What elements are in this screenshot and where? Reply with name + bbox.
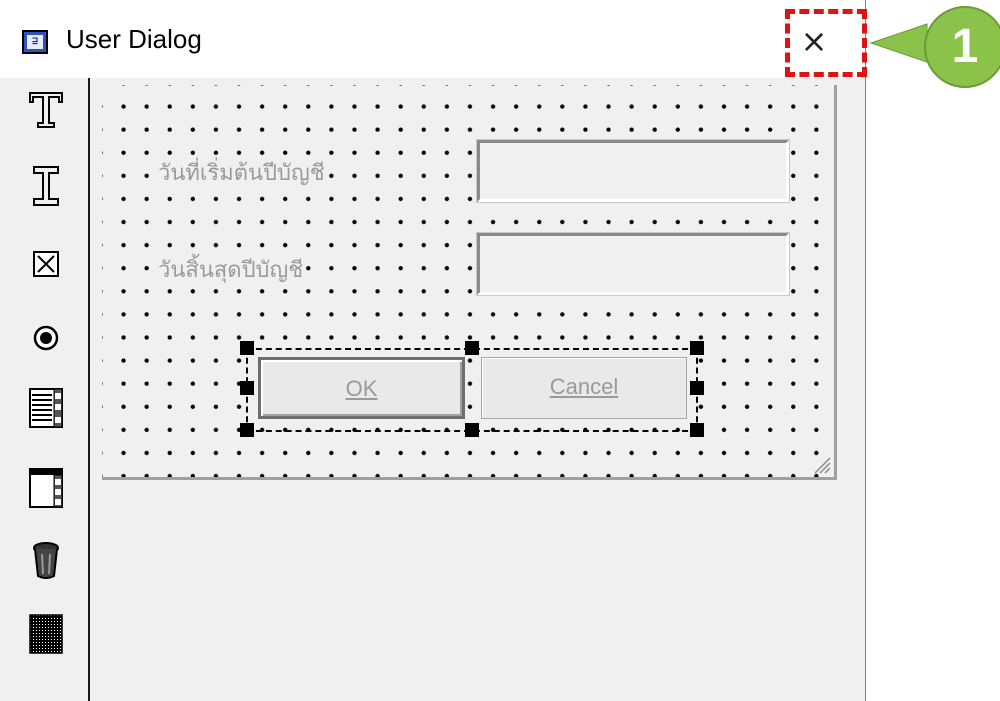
callout-number: 1 (951, 20, 979, 73)
edit-box-tool-button[interactable] (22, 162, 70, 210)
ok-button[interactable]: OK (258, 357, 465, 419)
dialog-app-icon: ⊒ (22, 30, 48, 54)
delete-tool-button[interactable] (22, 536, 70, 584)
trash-icon (33, 542, 59, 579)
selection-handle[interactable] (690, 423, 704, 437)
title-bar: ⊒ User Dialog × (0, 0, 865, 78)
selection-handle[interactable] (690, 381, 704, 395)
combo-box-tool-button[interactable] (22, 464, 70, 512)
combo-box-icon (29, 468, 63, 508)
list-box-icon (29, 388, 63, 428)
app-icon-glyph: ⊒ (27, 35, 43, 49)
selection-handle[interactable] (240, 381, 254, 395)
text-tool-button[interactable] (22, 86, 70, 134)
window-title: User Dialog (66, 24, 202, 54)
toolbox (0, 78, 90, 701)
list-box-tool-button[interactable] (22, 384, 70, 432)
checkbox-icon (33, 251, 59, 277)
selection-handle[interactable] (690, 341, 704, 355)
resize-grip-icon[interactable] (811, 454, 831, 474)
selection-handle[interactable] (240, 423, 254, 437)
radio-icon (33, 325, 59, 351)
text-t-icon (29, 92, 63, 128)
grid-icon (29, 614, 63, 654)
user-dialog-window: ⊒ User Dialog × วันที่เริ่มต้นปีบัญชี วั… (0, 0, 866, 701)
field-label-end-date: วันสิ้นสุดปีบัญชี (156, 252, 306, 287)
start-date-field[interactable] (476, 139, 790, 203)
text-cursor-icon (33, 166, 59, 206)
grid-tool-button[interactable] (22, 610, 70, 658)
cancel-button[interactable]: Cancel (481, 357, 687, 419)
check-box-tool-button[interactable] (22, 240, 70, 288)
selection-handle[interactable] (465, 341, 479, 355)
close-button[interactable]: × (790, 18, 838, 66)
selection-handle[interactable] (240, 341, 254, 355)
end-date-field[interactable] (476, 232, 790, 296)
selection-handle[interactable] (465, 423, 479, 437)
option-button-tool-button[interactable] (22, 314, 70, 362)
field-label-start-date: วันที่เริ่มต้นปีบัญชี (156, 155, 327, 190)
